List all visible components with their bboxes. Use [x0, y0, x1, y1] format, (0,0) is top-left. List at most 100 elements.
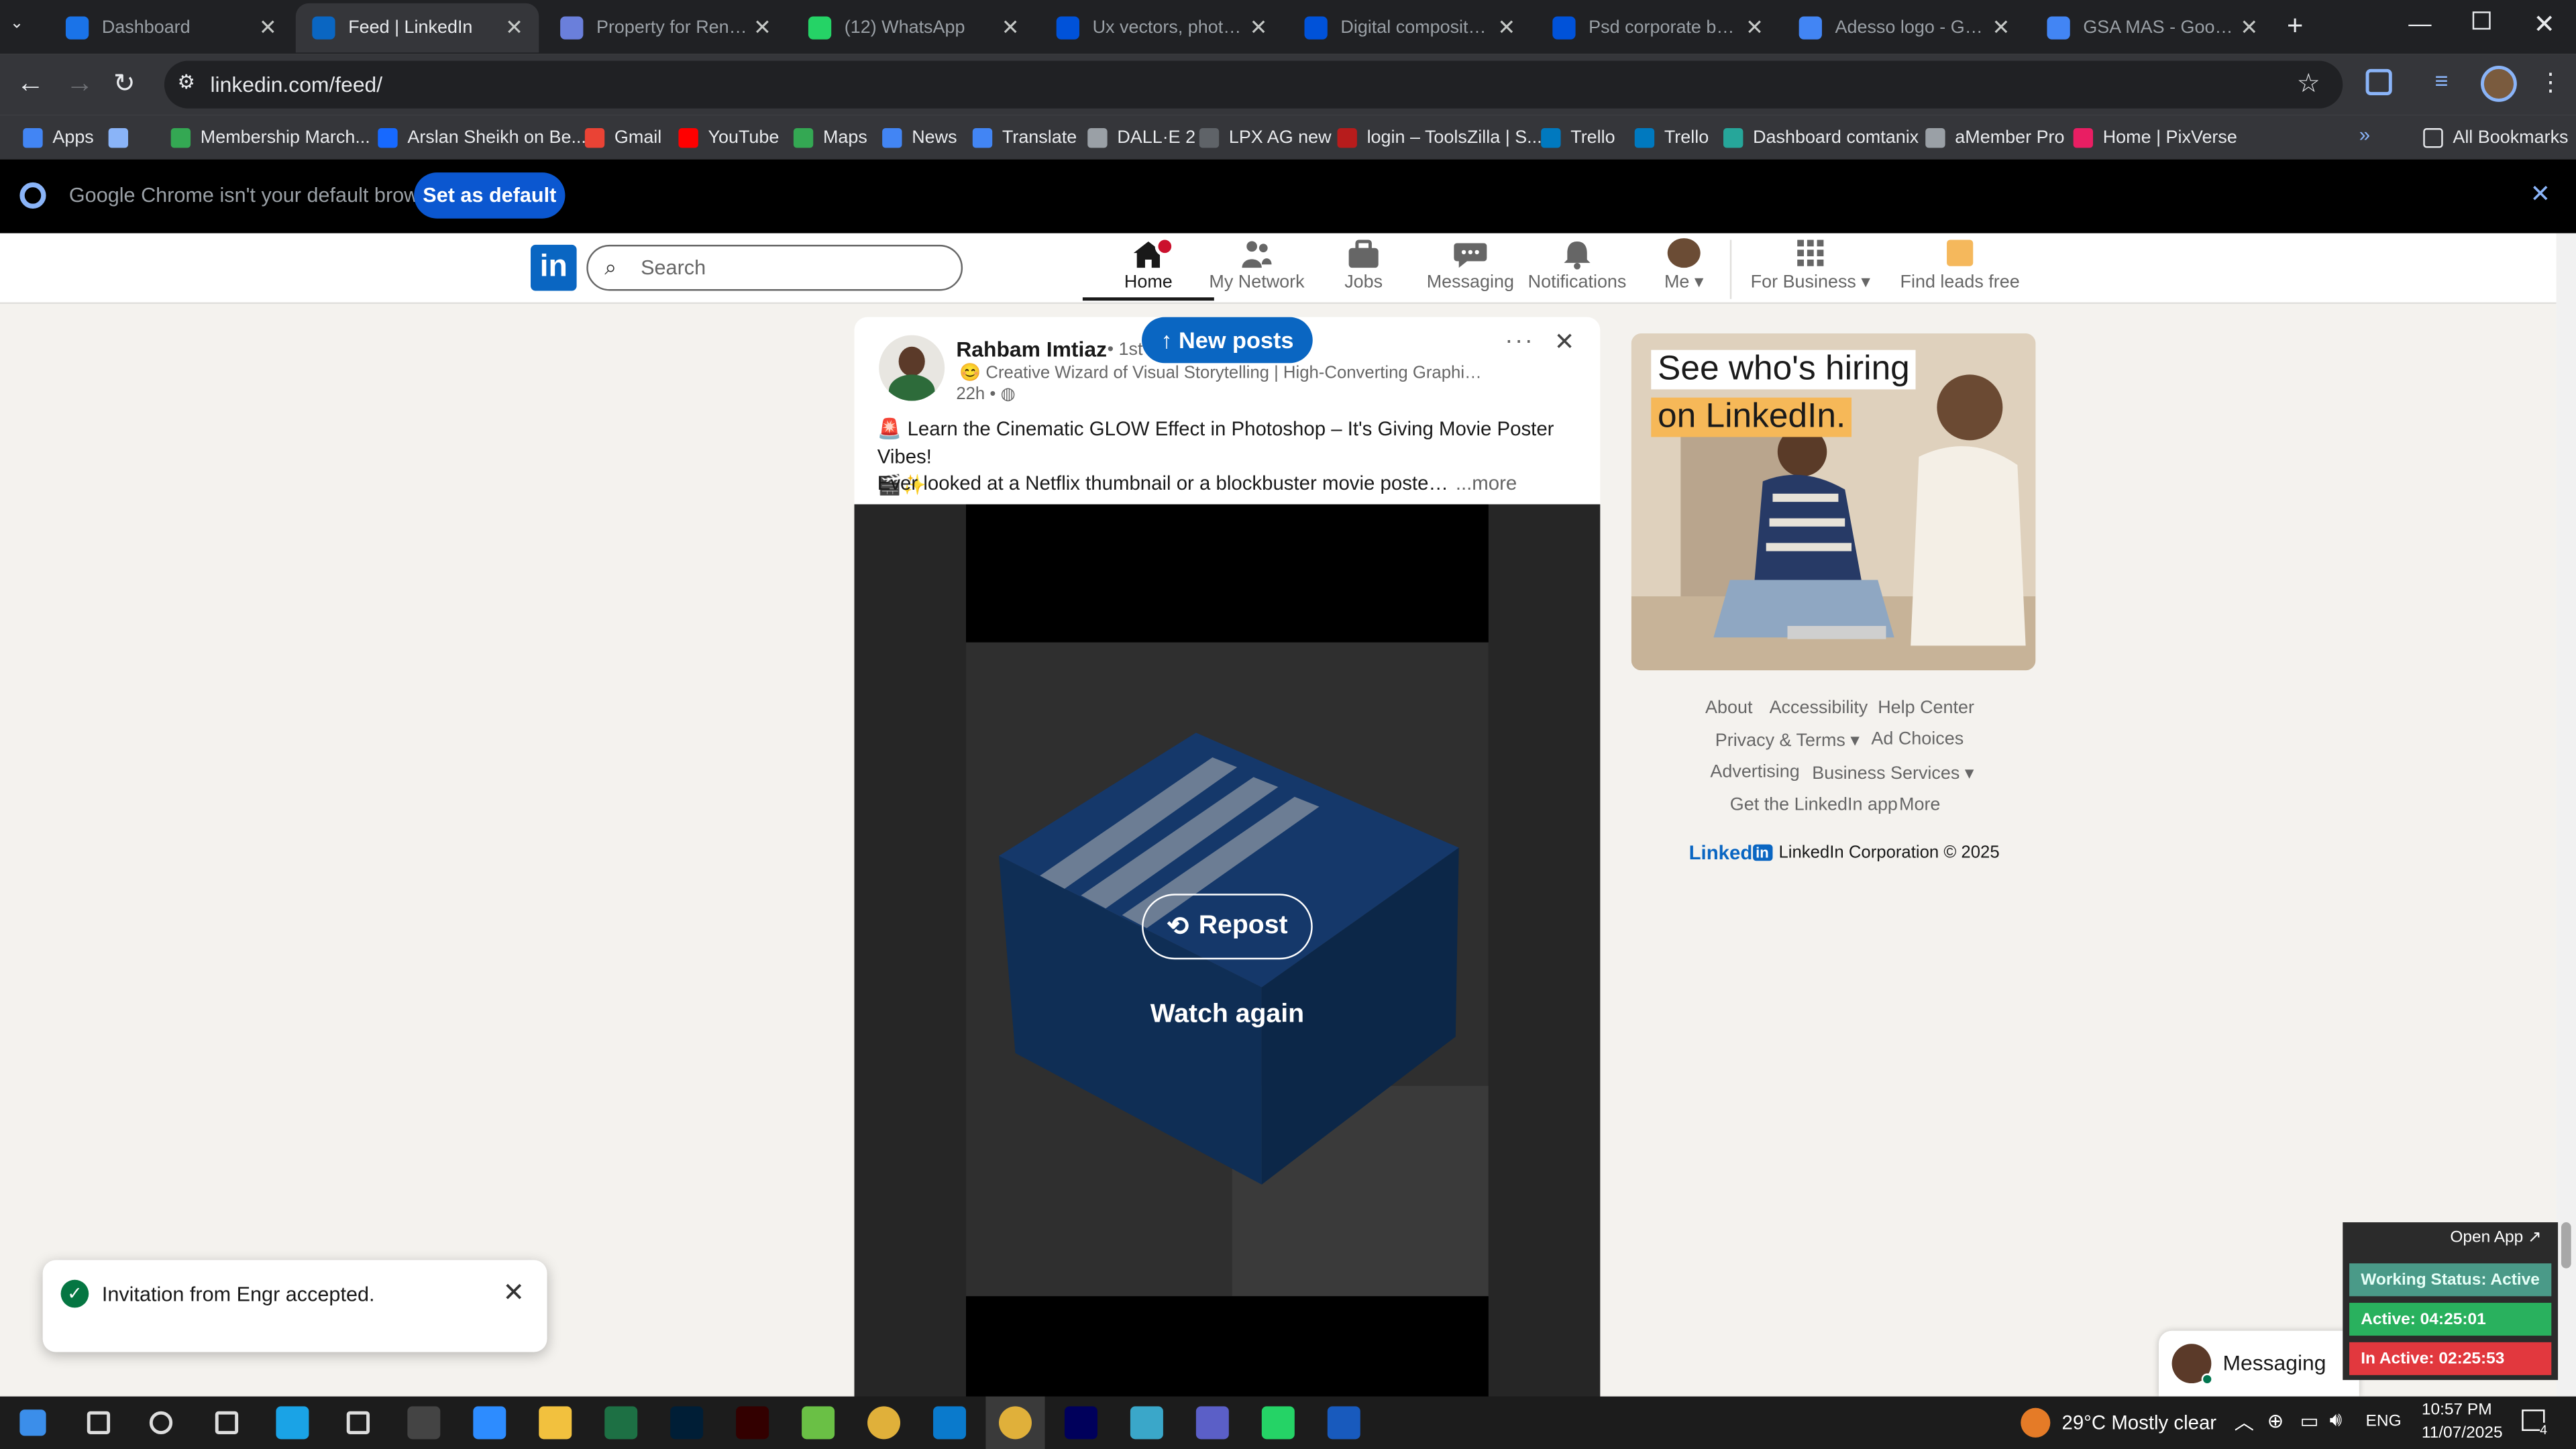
bookmark-5[interactable]: YouTube	[678, 123, 779, 152]
footer-privacy-terms[interactable]: Privacy & Terms ▾	[1715, 729, 1860, 751]
bookmark-1[interactable]	[108, 123, 138, 152]
footer-accessibility[interactable]: Accessibility	[1770, 698, 1868, 718]
tab-close-icon[interactable]: ✕	[999, 15, 1022, 41]
nav-for-business[interactable]: For Business ▾	[1745, 238, 1876, 301]
footer-get-app[interactable]: Get the LinkedIn app	[1730, 795, 1898, 814]
minimize-button[interactable]: —	[2408, 10, 2431, 36]
tab-4[interactable]: Ux vectors, photos an✕	[1040, 3, 1283, 52]
close-window-button[interactable]: ✕	[2533, 8, 2555, 41]
hiring-ad[interactable]: See who's hiring on LinkedIn.	[1631, 333, 2036, 671]
tab-2[interactable]: Property for Rent in P✕	[544, 3, 787, 52]
app-icon[interactable]	[1117, 1397, 1176, 1449]
media-control-icon[interactable]: ≡	[2434, 67, 2448, 93]
bookmark-10[interactable]: LPX AG new	[1199, 123, 1332, 152]
file-explorer-icon[interactable]	[526, 1397, 585, 1449]
network-icon[interactable]: ⊕	[2267, 1409, 2284, 1432]
new-posts-button[interactable]: ↑ New posts	[1142, 317, 1313, 364]
see-more-link[interactable]: ...more	[1456, 472, 1517, 494]
linkedin-logo[interactable]: in	[531, 244, 577, 291]
weather-text[interactable]: 29°C Mostly clear	[2061, 1411, 2216, 1434]
all-bookmarks-button[interactable]: All Bookmarks	[2423, 123, 2569, 152]
volume-icon[interactable]: 🔊︎	[2330, 1408, 2343, 1433]
wifi-icon[interactable]: ▭	[2300, 1409, 2319, 1432]
footer-about[interactable]: About	[1705, 698, 1752, 718]
excel-icon[interactable]	[592, 1397, 651, 1449]
reload-icon[interactable]: ↻	[113, 67, 136, 100]
new-tab-button[interactable]: +	[2287, 10, 2303, 43]
pen-icon[interactable]	[329, 1397, 388, 1449]
footer-advertising[interactable]: Advertising	[1710, 762, 1799, 782]
zoom-icon[interactable]	[460, 1397, 519, 1449]
bookmark-12[interactable]: Trello	[1541, 123, 1615, 152]
bookmark-7[interactable]: News	[882, 123, 957, 152]
tab-close-icon[interactable]: ✕	[1743, 15, 1766, 41]
clock-date[interactable]: 11/07/2025	[2422, 1424, 2503, 1442]
bookmark-15[interactable]: aMember Pro	[1925, 123, 2065, 152]
bookmark-3[interactable]: Arslan Sheikh on Be...	[378, 123, 586, 152]
bookmark-4[interactable]: Gmail	[584, 123, 661, 152]
teams-icon[interactable]	[1183, 1397, 1242, 1449]
search-icon[interactable]	[69, 1397, 128, 1449]
clock-time[interactable]: 10:57 PM	[2422, 1401, 2492, 1419]
tab-6[interactable]: Psd corporate busine ✕	[1536, 3, 1779, 52]
profile-avatar[interactable]	[2480, 65, 2517, 102]
edge-icon[interactable]	[263, 1397, 322, 1449]
address-bar[interactable]: ⚙ linkedin.com/feed/ ☆	[164, 60, 2343, 109]
tab-0[interactable]: Dashboard ✕	[49, 3, 292, 52]
back-icon[interactable]: ←	[16, 67, 44, 100]
chrome-menu-icon[interactable]: ⋮	[2538, 67, 2563, 97]
whatsapp-green-icon[interactable]	[1248, 1397, 1307, 1449]
start-icon[interactable]	[3, 1397, 62, 1449]
tab-7[interactable]: Adesso logo - Googl ✕	[1782, 3, 2025, 52]
author-avatar[interactable]	[879, 335, 945, 401]
chrome-active-icon[interactable]	[985, 1396, 1045, 1449]
word-icon[interactable]	[1314, 1397, 1373, 1449]
footer-ad-choices[interactable]: Ad Choices	[1871, 729, 1964, 749]
author-name[interactable]: Rahbam Imtiaz	[956, 337, 1107, 362]
illustrator-icon[interactable]	[723, 1397, 782, 1449]
notepad-plus-icon[interactable]	[789, 1397, 848, 1449]
tray-chevron-icon[interactable]: ︿	[2235, 1408, 2254, 1436]
tab-close-icon[interactable]: ✕	[751, 15, 773, 41]
tab-search-icon[interactable]: ⌄	[10, 15, 24, 33]
set-as-default-button[interactable]: Set as default	[414, 172, 566, 219]
language-indicator[interactable]: ENG	[2366, 1413, 2402, 1431]
open-app-link[interactable]: Open App ↗	[2450, 1229, 2541, 1247]
watch-again-button[interactable]: Watch again	[854, 1000, 1600, 1030]
vscode-icon[interactable]	[920, 1397, 979, 1449]
tab-8[interactable]: GSA MAS - Google S✕	[2031, 3, 2273, 52]
tab-close-icon[interactable]: ✕	[2238, 15, 2261, 41]
tab-1[interactable]: Feed | LinkedIn ✕	[295, 3, 539, 53]
address-text[interactable]: linkedin.com/feed/	[210, 72, 382, 97]
more-bookmarks-icon[interactable]: »	[2359, 123, 2370, 146]
bookmark-6[interactable]: Maps	[793, 123, 867, 152]
extensions-icon[interactable]	[2365, 68, 2392, 96]
bookmark-2[interactable]: Membership March...	[170, 123, 370, 152]
bookmark-14[interactable]: Dashboard comtanix	[1723, 123, 1919, 152]
bookmark-8[interactable]: Translate	[972, 123, 1077, 152]
bookmark-9[interactable]: DALL·E 2	[1087, 123, 1195, 152]
tab-close-icon[interactable]: ✕	[502, 15, 525, 41]
nav-find-leads[interactable]: Find leads free	[1894, 238, 2026, 301]
infobar-close-icon[interactable]: ✕	[2530, 179, 2551, 209]
forward-icon[interactable]: →	[66, 67, 94, 100]
chrome-icon[interactable]	[854, 1397, 913, 1449]
footer-business-services[interactable]: Business Services ▾	[1812, 762, 1974, 784]
bookmark-11[interactable]: login – ToolsZilla | S...	[1337, 123, 1542, 152]
tab-5[interactable]: Digital composite im ✕	[1288, 3, 1531, 52]
post-dismiss-icon[interactable]: ✕	[1554, 327, 1575, 357]
bookmark-0[interactable]: Apps	[23, 123, 94, 152]
bookmark-star-icon[interactable]: ☆	[2297, 67, 2320, 100]
terminal-icon[interactable]	[394, 1397, 453, 1449]
video-player[interactable]: ⟲ Repost Watch again	[854, 504, 1601, 1449]
page-scrollbar[interactable]	[2556, 233, 2576, 1397]
toast-close-icon[interactable]: ✕	[502, 1277, 525, 1309]
messaging-overlay[interactable]: Messaging	[2158, 1330, 2359, 1397]
post-more-options-icon[interactable]: ···	[1505, 327, 1534, 355]
task-view-icon[interactable]	[197, 1397, 256, 1449]
bookmark-13[interactable]: Trello	[1634, 123, 1709, 152]
cortana-icon[interactable]	[131, 1397, 191, 1449]
bookmark-16[interactable]: Home | PixVerse	[2073, 123, 2237, 152]
tab-close-icon[interactable]: ✕	[256, 15, 279, 41]
scrollbar-thumb[interactable]	[2561, 1222, 2571, 1269]
